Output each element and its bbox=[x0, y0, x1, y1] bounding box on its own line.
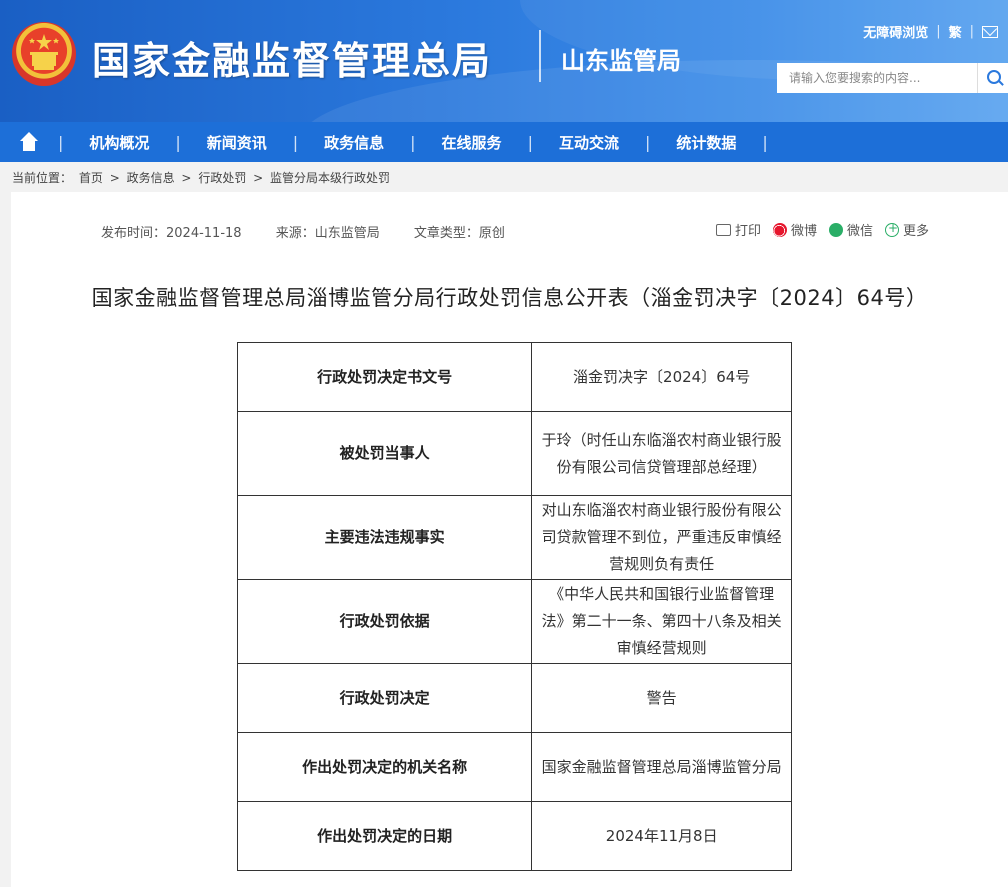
article-title: 国家金融监督管理总局淄博监管分局行政处罚信息公开表（淄金罚决字〔2024〕64号… bbox=[91, 286, 928, 310]
nav-item-interaction[interactable]: 互动交流 bbox=[533, 132, 645, 153]
table-key: 行政处罚依据 bbox=[236, 579, 533, 664]
more-icon[interactable] bbox=[885, 221, 900, 237]
traditional-chinese-link[interactable]: 繁 bbox=[949, 22, 962, 41]
nav-home[interactable] bbox=[0, 132, 58, 152]
national-emblem-icon[interactable] bbox=[12, 22, 76, 86]
nav-item-online-service[interactable]: 在线服务 bbox=[416, 132, 528, 153]
article-type: 文章类型：原创 bbox=[413, 226, 505, 241]
nav-item-government-info[interactable]: 政务信息 bbox=[298, 132, 410, 153]
mail-icon[interactable] bbox=[982, 25, 998, 38]
accessibility-link[interactable]: 无障碍浏览 bbox=[863, 22, 928, 41]
divider: | bbox=[969, 24, 974, 39]
breadcrumb-item-home[interactable]: 首页 bbox=[79, 171, 103, 185]
breadcrumb-separator: > bbox=[181, 171, 192, 185]
more-link[interactable]: 更多 bbox=[903, 220, 929, 239]
table-key: 作出处罚决定的日期 bbox=[236, 801, 533, 871]
table-value: 国家金融监督管理总局淄博监管分局 bbox=[531, 732, 792, 802]
share-bar: 打印 微博 微信 更多 bbox=[716, 220, 937, 239]
search-icon[interactable] bbox=[977, 63, 1008, 93]
top-links: 无障碍浏览 | 繁 | bbox=[863, 22, 998, 41]
breadcrumb: 当前位置： 首页 > 政务信息 > 行政处罚 > 监管分局本级行政处罚 bbox=[12, 169, 393, 186]
table-value: 淄金罚决字〔2024〕64号 bbox=[531, 342, 792, 412]
table-key: 行政处罚决定书文号 bbox=[236, 342, 533, 412]
search-input[interactable]: 请输入您要搜索的内容... bbox=[777, 63, 977, 93]
breadcrumb-item-government-info[interactable]: 政务信息 bbox=[127, 171, 175, 185]
article-container: 发布时间：2024-11-18 来源：山东监管局 文章类型：原创 打印 微博 微… bbox=[11, 192, 1008, 887]
breadcrumb-item-branch-penalty[interactable]: 监管分局本级行政处罚 bbox=[270, 171, 390, 185]
sub-title[interactable]: 山东监管局 bbox=[561, 41, 681, 76]
weibo-icon[interactable] bbox=[773, 222, 788, 237]
weibo-link[interactable]: 微博 bbox=[791, 220, 817, 239]
breadcrumb-label: 当前位置： bbox=[12, 171, 73, 185]
table-value: 2024年11月8日 bbox=[531, 801, 792, 871]
table-key: 作出处罚决定的机关名称 bbox=[236, 732, 533, 802]
table-key: 被处罚当事人 bbox=[236, 411, 533, 496]
print-icon[interactable] bbox=[716, 223, 731, 236]
table-key: 行政处罚决定 bbox=[236, 663, 533, 733]
table-value: 《中华人民共和国银行业监督管理法》第二十一条、第四十八条及相关审慎经营规则 bbox=[531, 579, 792, 664]
table-row: 行政处罚依据 《中华人民共和国银行业监督管理法》第二十一条、第四十八条及相关审慎… bbox=[236, 579, 792, 664]
nav-item-news[interactable]: 新闻资讯 bbox=[181, 132, 293, 153]
table-key: 主要违法违规事实 bbox=[236, 495, 533, 580]
nav-divider: | bbox=[762, 132, 768, 152]
breadcrumb-item-penalty[interactable]: 行政处罚 bbox=[198, 171, 246, 185]
title-divider bbox=[539, 30, 541, 82]
table-row: 行政处罚决定书文号 淄金罚决字〔2024〕64号 bbox=[236, 342, 792, 412]
divider: | bbox=[936, 24, 941, 39]
article-source: 来源：山东监管局 bbox=[275, 226, 380, 241]
table-row: 主要违法违规事实 对山东临淄农村商业银行股份有限公司贷款管理不到位，严重违反审慎… bbox=[236, 495, 792, 580]
print-link[interactable]: 打印 bbox=[735, 220, 761, 239]
publish-time: 发布时间：2024-11-18 bbox=[101, 226, 242, 241]
table-value: 对山东临淄农村商业银行股份有限公司贷款管理不到位，严重违反审慎经营规则负有责任 bbox=[531, 495, 792, 580]
table-row: 作出处罚决定的机关名称 国家金融监督管理总局淄博监管分局 bbox=[236, 732, 792, 802]
penalty-info-table: 行政处罚决定书文号 淄金罚决字〔2024〕64号 被处罚当事人 于玲（时任山东临… bbox=[236, 342, 792, 871]
nav-item-about[interactable]: 机构概况 bbox=[63, 132, 175, 153]
table-row: 被处罚当事人 于玲（时任山东临淄农村商业银行股份有限公司信贷管理部总经理） bbox=[236, 411, 792, 496]
breadcrumb-separator: > bbox=[109, 171, 120, 185]
wechat-icon[interactable] bbox=[829, 222, 844, 237]
site-header: 国家金融监督管理总局 山东监管局 无障碍浏览 | 繁 | 请输入您要搜索的内容.… bbox=[0, 0, 1008, 122]
nav-item-statistics[interactable]: 统计数据 bbox=[650, 132, 762, 153]
home-icon[interactable] bbox=[18, 132, 40, 152]
site-title[interactable]: 国家金融监督管理总局 bbox=[92, 30, 492, 85]
article-meta: 发布时间：2024-11-18 来源：山东监管局 文章类型：原创 bbox=[101, 222, 535, 241]
table-value: 于玲（时任山东临淄农村商业银行股份有限公司信贷管理部总经理） bbox=[531, 411, 792, 496]
table-value: 警告 bbox=[531, 663, 792, 733]
breadcrumb-separator: > bbox=[253, 171, 264, 185]
wechat-link[interactable]: 微信 bbox=[847, 220, 873, 239]
main-nav: | 机构概况 | 新闻资讯 | 政务信息 | 在线服务 | 互动交流 | 统计数… bbox=[0, 122, 1008, 162]
table-row: 行政处罚决定 警告 bbox=[236, 663, 792, 733]
table-row: 作出处罚决定的日期 2024年11月8日 bbox=[236, 801, 792, 871]
